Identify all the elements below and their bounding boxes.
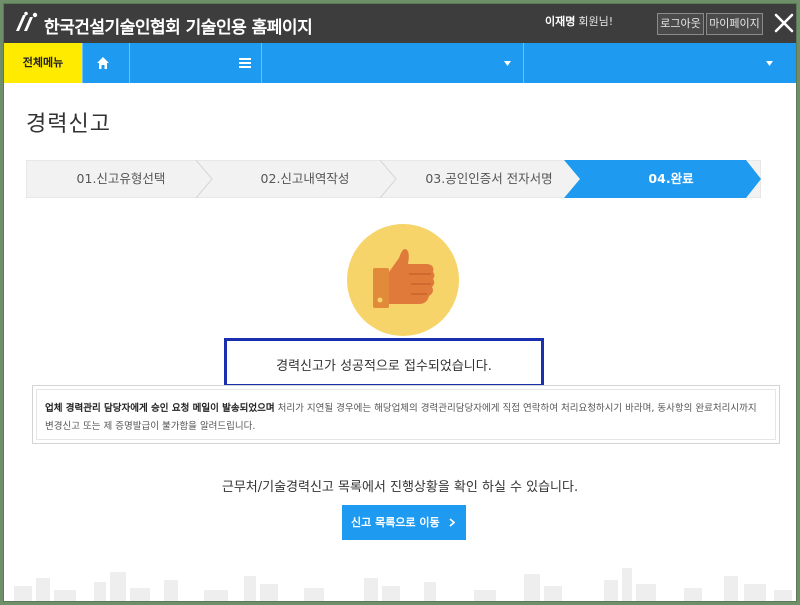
- page-title: 경력신고: [26, 112, 111, 137]
- mypage-button[interactable]: 마이페이지: [706, 13, 763, 35]
- nav-divider: [129, 43, 130, 83]
- notice-box: 업체 경력관리 담당자에게 승인 요청 메일이 발송되었으며 처리가 지연될 경…: [32, 385, 780, 444]
- logout-button[interactable]: 로그아웃: [657, 13, 704, 35]
- browser-window: 한국건설기술인협회 기술인용 홈페이지 이재명 회원님! 로그아웃 마이페이지 전…: [3, 3, 797, 602]
- go-to-list-label: 신고 목록으로 이동: [351, 516, 440, 529]
- go-to-list-button[interactable]: 신고 목록으로 이동: [342, 505, 466, 540]
- nav-divider: [82, 43, 83, 83]
- home-icon[interactable]: [96, 56, 110, 70]
- chevron-right-icon: [449, 518, 455, 527]
- top-bar: 한국건설기술인협회 기술인용 홈페이지 이재명 회원님! 로그아웃 마이페이지: [4, 4, 796, 43]
- step-4-active: 04.완료: [648, 171, 694, 186]
- city-skyline-decoration: [14, 568, 792, 601]
- user-name: 이재명: [545, 15, 576, 28]
- track-message: 근무처/기술경력신고 목록에서 진행상황을 확인 하실 수 있습니다.: [221, 480, 579, 495]
- nav-divider: [523, 43, 524, 83]
- progress-steps: 01.신고유형선택 02.신고내역작성 03.공인인증서 전자서명 04.완료: [26, 160, 761, 198]
- step-2: 02.신고내역작성: [260, 171, 350, 186]
- nav-divider: [261, 43, 262, 83]
- kocea-logo-icon[interactable]: [14, 11, 38, 35]
- all-menu-button[interactable]: 전체메뉴: [4, 43, 82, 83]
- notice-text: 업체 경력관리 담당자에게 승인 요청 메일이 발송되었으며 처리가 지연될 경…: [36, 389, 776, 440]
- user-suffix: 회원님!: [578, 15, 614, 28]
- site-title[interactable]: 한국건설기술인협회 기술인용 홈페이지: [44, 13, 313, 38]
- close-icon[interactable]: [773, 12, 795, 34]
- step-3: 03.공인인증서 전자서명: [425, 171, 553, 186]
- success-message-box: 경력신고가 성공적으로 접수되었습니다.: [224, 338, 544, 387]
- user-greeting: 이재명 회원님!: [545, 13, 613, 29]
- main-nav: 전체메뉴: [4, 43, 796, 83]
- hamburger-icon[interactable]: [239, 57, 251, 69]
- caret-down-icon[interactable]: [766, 61, 773, 66]
- thumbs-up-icon: [347, 224, 459, 336]
- success-message: 경력신고가 성공적으로 접수되었습니다.: [276, 359, 492, 374]
- step-1: 01.신고유형선택: [76, 171, 166, 186]
- caret-down-icon[interactable]: [504, 61, 511, 66]
- notice-strong: 업체 경력관리 담당자에게 승인 요청 메일이 발송되었으며: [45, 403, 275, 414]
